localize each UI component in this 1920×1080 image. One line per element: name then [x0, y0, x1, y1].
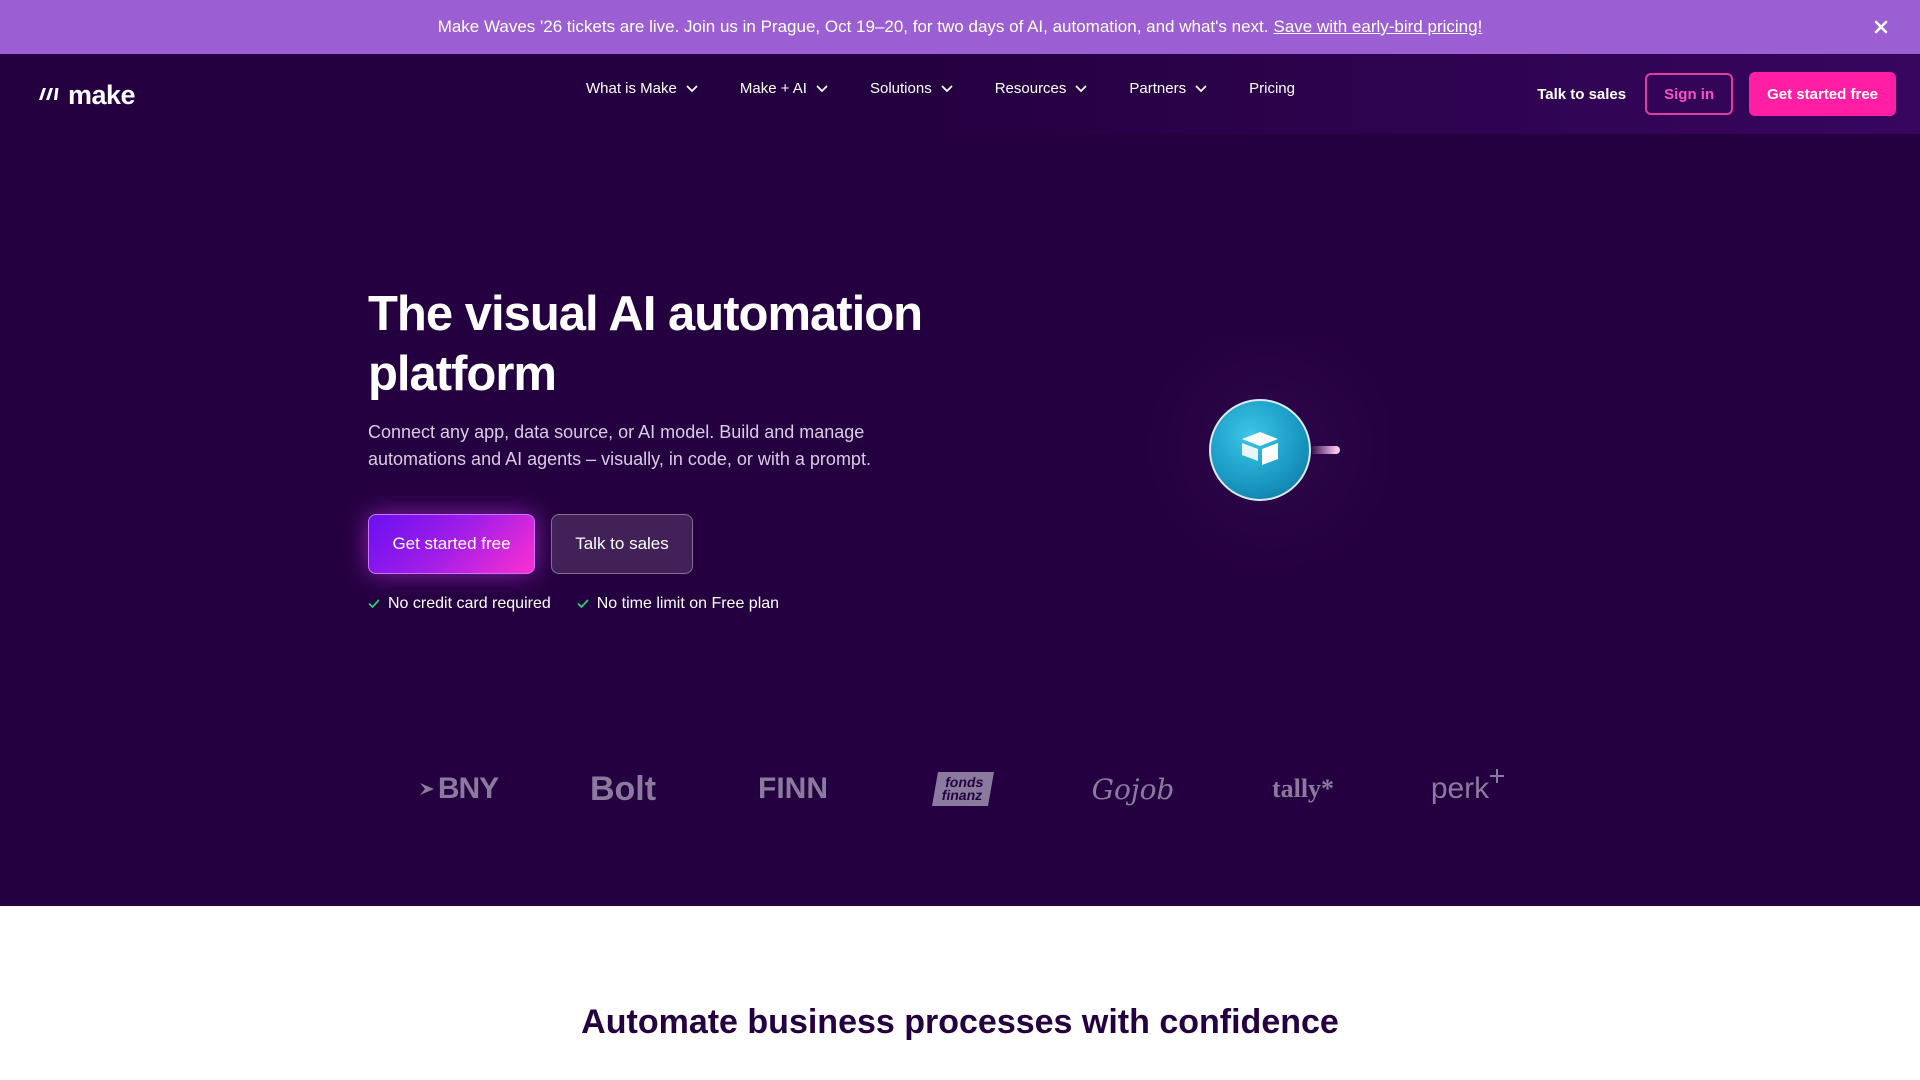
nav-actions: Talk to sales Sign in Get started free	[1537, 72, 1896, 116]
announcement-banner: Make Waves '26 tickets are live. Join us…	[0, 0, 1920, 54]
check-label: No credit card required	[388, 595, 551, 612]
hero-section: make What is Make Make + AI Solutions Re…	[0, 54, 1920, 906]
chevron-down-icon	[1195, 85, 1207, 93]
nav-item-pricing[interactable]: Pricing	[1249, 80, 1295, 97]
make-logo[interactable]: make	[38, 80, 136, 111]
nav-item-label: Solutions	[869, 80, 932, 97]
check-no-time-limit: No time limit on Free plan	[577, 595, 779, 613]
logo-bny: BNY	[408, 759, 508, 819]
nav-menu: What is Make Make + AI Solutions Resourc…	[586, 80, 1295, 97]
chevron-down-icon	[816, 85, 828, 93]
check-icon	[368, 599, 380, 609]
nav-item-resources[interactable]: Resources	[995, 80, 1088, 97]
banner-text: Make Waves '26 tickets are live. Join us…	[437, 17, 1269, 36]
nav-item-make-ai[interactable]: Make + AI	[740, 80, 828, 97]
main-nav: make What is Make Make + AI Solutions Re…	[0, 54, 1920, 134]
hero-headline: The visual AI automation platform	[368, 287, 923, 401]
nav-item-label: Resources	[994, 80, 1067, 97]
logo-perk: perk	[1418, 759, 1518, 819]
talk-to-sales-button[interactable]: Talk to sales	[551, 514, 693, 574]
get-started-free-button[interactable]: Get started free	[368, 514, 535, 574]
nav-item-solutions[interactable]: Solutions	[870, 80, 953, 97]
nav-item-label: Pricing	[1249, 80, 1295, 97]
nav-item-partners[interactable]: Partners	[1129, 80, 1207, 97]
logo-fonds-finanz: fonds finanz	[918, 759, 1008, 819]
logo-gojob: Gojob	[1091, 772, 1175, 806]
check-no-credit-card: No credit card required	[368, 595, 551, 613]
hero-subtext: Connect any app, data source, or AI mode…	[368, 422, 871, 469]
talk-to-sales-link[interactable]: Talk to sales	[1537, 86, 1626, 103]
airtable-orb	[1209, 399, 1311, 501]
customer-logos: BNY Bolt FINN fonds finanz Gojob tally* …	[400, 759, 1520, 819]
logo-text: make	[68, 80, 136, 110]
hero-checks: No credit card required No time limit on…	[368, 595, 779, 613]
chevron-down-icon	[686, 85, 698, 93]
logo-tally: tally*	[1271, 774, 1335, 803]
logo-bolt: Bolt	[589, 769, 657, 808]
sign-in-button[interactable]: Sign in	[1645, 73, 1734, 115]
nav-item-what-is-make[interactable]: What is Make	[586, 80, 698, 97]
make-logo-icon	[38, 85, 62, 106]
close-icon[interactable]	[1868, 14, 1894, 40]
nav-item-label: Make + AI	[739, 80, 807, 97]
banner-early-bird-link[interactable]: Save with early-bird pricing!	[1273, 17, 1482, 37]
chevron-down-icon	[1075, 85, 1087, 93]
orb-comet-trail	[1310, 446, 1340, 454]
nav-item-label: What is Make	[586, 80, 677, 97]
nav-item-label: Partners	[1129, 80, 1187, 97]
logo-finn: FINN	[758, 772, 828, 805]
check-label: No time limit on Free plan	[596, 595, 780, 612]
section-title: Automate business processes with confide…	[581, 1003, 1339, 1041]
airtable-icon	[1238, 428, 1282, 473]
get-started-nav-button[interactable]: Get started free	[1749, 72, 1896, 116]
chevron-down-icon	[941, 85, 953, 93]
check-icon	[577, 599, 589, 609]
